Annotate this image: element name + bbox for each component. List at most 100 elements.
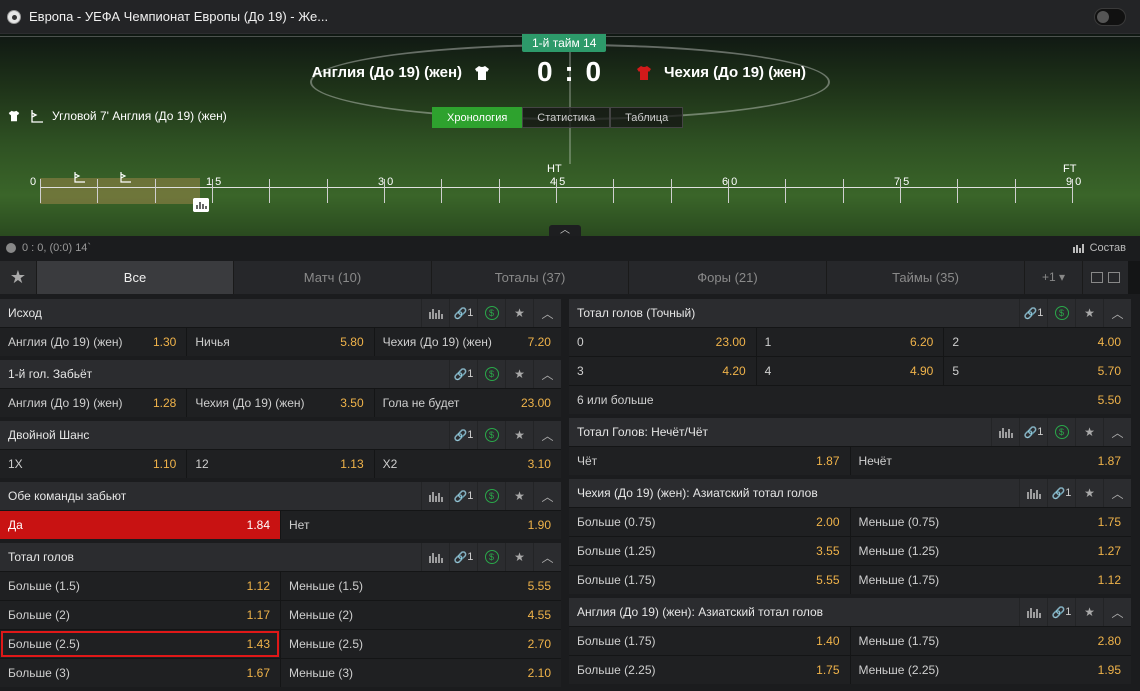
star-icon[interactable]: ★	[505, 482, 533, 510]
odds-button[interactable]: Англия (До 19) (жен) 1.30	[0, 328, 187, 356]
stats-icon[interactable]	[421, 299, 449, 327]
tab-table[interactable]: Таблица	[610, 107, 684, 128]
cashout-icon[interactable]: $	[477, 543, 505, 571]
collapse-icon[interactable]: ︿	[533, 421, 561, 449]
tracker-toggle[interactable]	[1094, 8, 1126, 26]
star-icon[interactable]: ★	[1075, 598, 1103, 626]
favorites-star-icon[interactable]: ★	[0, 261, 36, 294]
link-icon[interactable]: 🔗 1	[1019, 418, 1047, 446]
odds-button[interactable]: 1 6.20	[755, 328, 944, 356]
odds-button[interactable]: 0 23.00	[569, 328, 756, 356]
odds-button[interactable]: 5 5.70	[943, 357, 1132, 385]
star-icon[interactable]: ★	[505, 421, 533, 449]
link-icon[interactable]: 🔗 1	[449, 482, 477, 510]
odds-button[interactable]: 3 4.20	[569, 357, 756, 385]
tab-all[interactable]: Все	[36, 261, 233, 294]
odds-button[interactable]: Меньше (1.75) 2.80	[849, 627, 1131, 655]
tab-match[interactable]: Матч (10)	[233, 261, 431, 294]
collapse-icon[interactable]: ︿	[1103, 418, 1131, 446]
odds-button[interactable]: Меньше (2) 4.55	[280, 601, 561, 629]
collapse-icon[interactable]: ︿	[1103, 479, 1131, 507]
link-icon[interactable]: 🔗 1	[1047, 479, 1075, 507]
collapse-icon[interactable]: ︿	[1103, 299, 1131, 327]
stats-icon[interactable]	[421, 543, 449, 571]
odds-button[interactable]: Нет 1.90	[280, 511, 561, 539]
odds-button[interactable]: Чёт 1.87	[569, 447, 850, 475]
odds-button[interactable]: Больше (1.75) 5.55	[569, 566, 850, 594]
odds-button[interactable]: 2 4.00	[943, 328, 1132, 356]
cashout-icon[interactable]: $	[477, 360, 505, 388]
odds-button[interactable]: 1X 1.10	[0, 450, 187, 478]
stats-icon[interactable]	[991, 418, 1019, 446]
tab-halves[interactable]: Таймы (35)	[826, 261, 1024, 294]
link-icon[interactable]: 🔗 1	[449, 299, 477, 327]
star-icon[interactable]: ★	[1075, 479, 1103, 507]
stats-icon[interactable]	[1019, 598, 1047, 626]
list-view-icon[interactable]	[1108, 272, 1120, 283]
odds-button[interactable]: Меньше (1.25) 1.27	[849, 537, 1131, 565]
market-header[interactable]: 1-й гол. Забьёт 🔗 1 $ ★ ︿	[0, 360, 561, 388]
link-icon[interactable]: 🔗 1	[1047, 598, 1075, 626]
market-header[interactable]: Тотал голов (Точный) 🔗 1 $ ★ ︿	[569, 299, 1131, 327]
link-icon[interactable]: 🔗 1	[449, 421, 477, 449]
cashout-icon[interactable]: $	[477, 299, 505, 327]
odds-button[interactable]: Меньше (0.75) 1.75	[849, 508, 1131, 536]
odds-button[interactable]: Больше (2.25) 1.75	[569, 656, 850, 684]
odds-button[interactable]: Чехия (До 19) (жен) 3.50	[186, 389, 374, 417]
star-icon[interactable]: ★	[1075, 418, 1103, 446]
odds-button[interactable]: Меньше (2.5) 2.70	[280, 630, 561, 658]
collapse-icon[interactable]: ︿	[533, 299, 561, 327]
odds-button[interactable]: Больше (3) 1.67	[0, 659, 280, 687]
collapse-icon[interactable]: ︿	[533, 543, 561, 571]
market-header[interactable]: Обе команды забьют 🔗 1 $ ★ ︿	[0, 482, 561, 510]
cashout-icon[interactable]: $	[1047, 299, 1075, 327]
cashout-icon[interactable]: $	[1047, 418, 1075, 446]
market-header[interactable]: Тотал голов 🔗 1 $ ★ ︿	[0, 543, 561, 571]
tab-totals[interactable]: Тоталы (37)	[431, 261, 628, 294]
odds-button[interactable]: Больше (1.75) 1.40	[569, 627, 850, 655]
odds-button[interactable]: Больше (0.75) 2.00	[569, 508, 850, 536]
odds-button[interactable]: Больше (1.5) 1.12	[0, 572, 280, 600]
tab-handicaps[interactable]: Форы (21)	[628, 261, 826, 294]
odds-button[interactable]: Больше (2.5) 1.43	[0, 630, 280, 658]
odds-button[interactable]: Гола не будет 23.00	[373, 389, 561, 417]
odds-button[interactable]: 4 4.90	[755, 357, 944, 385]
link-icon[interactable]: 🔗 1	[449, 543, 477, 571]
more-tabs-button[interactable]: +1 ▾	[1024, 261, 1082, 294]
stats-icon[interactable]	[421, 482, 449, 510]
odds-button[interactable]: Меньше (1.75) 1.12	[849, 566, 1131, 594]
market-header[interactable]: Исход 🔗 1 $ ★ ︿	[0, 299, 561, 327]
market-header[interactable]: Чехия (До 19) (жен): Азиатский тотал гол…	[569, 479, 1131, 507]
odds-button[interactable]: Больше (2) 1.17	[0, 601, 280, 629]
collapse-icon[interactable]: ︿	[1103, 598, 1131, 626]
odds-button[interactable]: Нечёт 1.87	[849, 447, 1131, 475]
odds-button[interactable]: Англия (До 19) (жен) 1.28	[0, 389, 187, 417]
link-icon[interactable]: 🔗 1	[449, 360, 477, 388]
corner-event-icon[interactable]	[74, 171, 86, 183]
corner-event-icon[interactable]	[120, 171, 132, 183]
tab-chronology[interactable]: Хронология	[432, 107, 523, 128]
collapse-icon[interactable]: ︿	[533, 360, 561, 388]
collapse-icon[interactable]: ︿	[533, 482, 561, 510]
star-icon[interactable]: ★	[1075, 299, 1103, 327]
layout-switch[interactable]	[1082, 261, 1128, 294]
lineup-link[interactable]: Состав	[1072, 242, 1126, 254]
odds-button[interactable]: Ничья 5.80	[186, 328, 374, 356]
link-icon[interactable]: 🔗 1	[1019, 299, 1047, 327]
market-header[interactable]: Тотал Голов: Нечёт/Чёт 🔗 1 $ ★ ︿	[569, 418, 1131, 446]
odds-button[interactable]: Меньше (2.25) 1.95	[849, 656, 1131, 684]
cashout-icon[interactable]: $	[477, 421, 505, 449]
cashout-icon[interactable]: $	[477, 482, 505, 510]
odds-button[interactable]: Больше (1.25) 3.55	[569, 537, 850, 565]
odds-button[interactable]: Меньше (1.5) 5.55	[280, 572, 561, 600]
star-icon[interactable]: ★	[505, 299, 533, 327]
odds-button[interactable]: Да 1.84	[0, 511, 280, 539]
odds-button[interactable]: 12 1.13	[186, 450, 374, 478]
odds-button[interactable]: Чехия (До 19) (жен) 7.20	[373, 328, 561, 356]
star-icon[interactable]: ★	[505, 360, 533, 388]
tab-statistics[interactable]: Статистика	[522, 107, 611, 128]
stats-icon[interactable]	[1019, 479, 1047, 507]
market-header[interactable]: Двойной Шанс 🔗 1 $ ★ ︿	[0, 421, 561, 449]
star-icon[interactable]: ★	[505, 543, 533, 571]
odds-button[interactable]: X2 3.10	[373, 450, 561, 478]
